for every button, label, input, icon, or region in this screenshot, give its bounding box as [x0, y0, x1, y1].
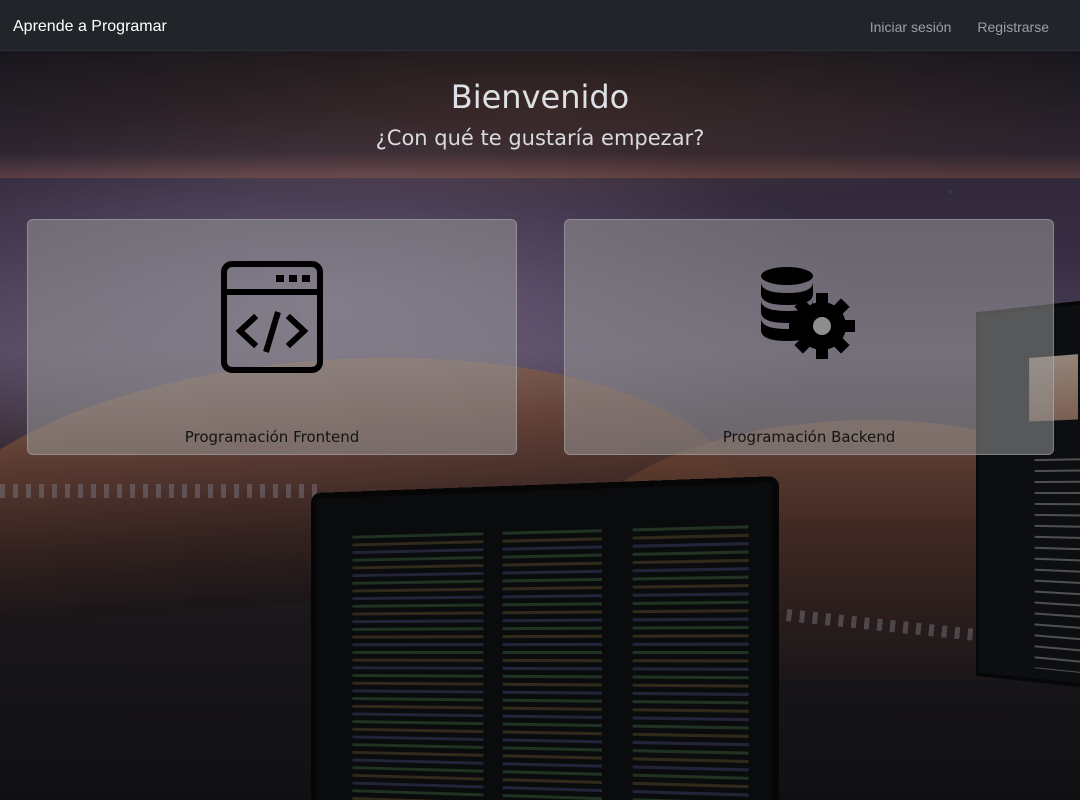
hero: Bienvenido ¿Con qué te gustaría empezar?: [0, 50, 1080, 178]
card-icon-wrap: [565, 260, 1053, 360]
database-gear-icon: [759, 260, 859, 360]
card-icon-wrap: [28, 260, 516, 374]
navbar: Aprende a Programar Iniciar sesión Regis…: [0, 0, 1080, 51]
card-frontend[interactable]: Programación Frontend: [27, 219, 517, 455]
page-subtitle: ¿Con qué te gustaría empezar?: [0, 126, 1080, 150]
page-title: Bienvenido: [0, 78, 1080, 116]
brand-link[interactable]: Aprende a Programar: [13, 0, 167, 54]
card-label-backend: Programación Backend: [565, 428, 1053, 446]
nav-link-register[interactable]: Registrarse: [977, 19, 1049, 35]
nav-links: Iniciar sesión Registrarse: [870, 0, 1049, 54]
browser-code-icon: [220, 260, 324, 374]
card-label-frontend: Programación Frontend: [28, 428, 516, 446]
page: Aprende a Programar Iniciar sesión Regis…: [0, 0, 1080, 800]
nav-link-login[interactable]: Iniciar sesión: [870, 19, 952, 35]
card-backend[interactable]: Programación Backend: [564, 219, 1054, 455]
